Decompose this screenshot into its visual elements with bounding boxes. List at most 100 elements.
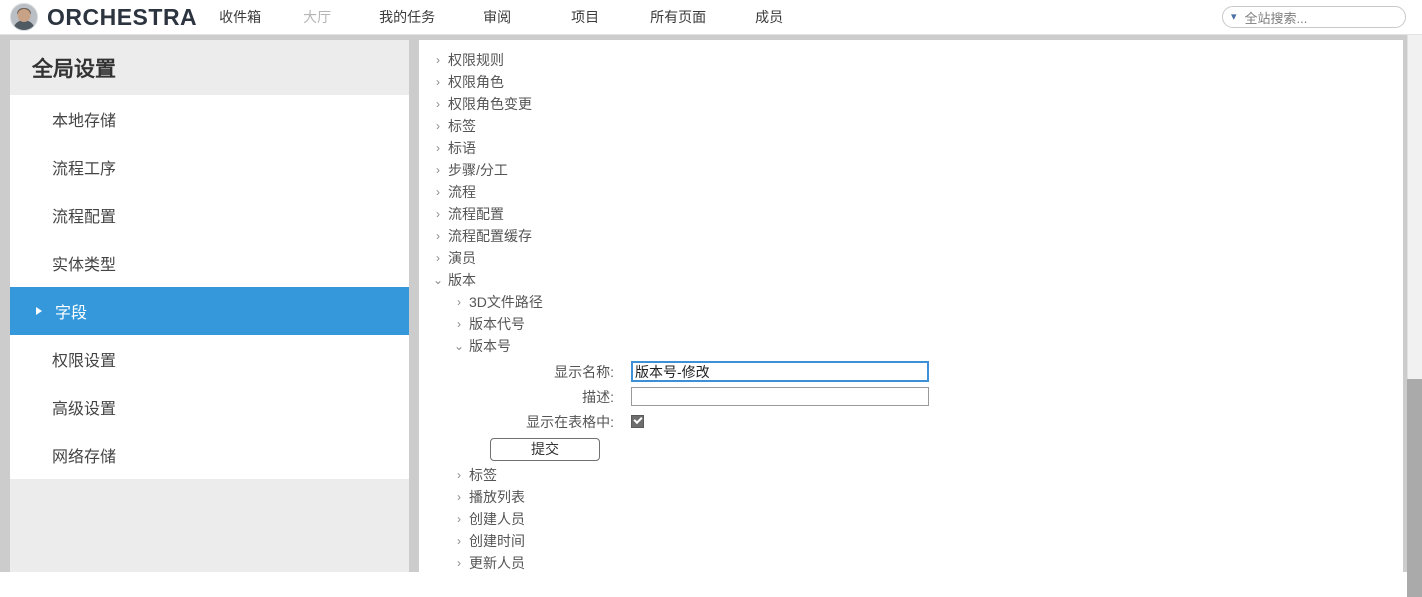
sidebar-item-local-storage[interactable]: 本地存储: [10, 95, 409, 143]
tree-node-label: 流程配置: [448, 206, 504, 222]
search-placeholder: 全站搜索...: [1244, 10, 1308, 26]
description-input[interactable]: [631, 387, 929, 406]
top-navigation-bar: ORCHESTRA 收件箱 大厅 我的任务 审阅 项目 所有页面 成员 ▾ 全站…: [0, 0, 1422, 35]
user-avatar-icon[interactable]: [10, 3, 38, 31]
chevron-right-icon[interactable]: ›: [452, 557, 466, 569]
chevron-right-icon[interactable]: ›: [452, 513, 466, 525]
tree-node-label: 版本: [448, 272, 476, 288]
page-scrollbar-track[interactable]: [1407, 35, 1422, 597]
chevron-down-icon[interactable]: ▾: [1231, 11, 1237, 23]
tree-node-label: 创建时间: [469, 533, 525, 549]
chevron-right-icon[interactable]: ›: [452, 296, 466, 308]
sidebar-item-process-config[interactable]: 流程配置: [10, 191, 409, 239]
chevron-right-icon[interactable]: ›: [452, 491, 466, 503]
sidebar-item-permission-settings[interactable]: 权限设置: [10, 335, 409, 383]
nav-item-my-tasks[interactable]: 我的任务: [379, 7, 435, 27]
tree-node-actor[interactable]: › 演员: [419, 247, 1403, 269]
tree-node-3d-file-path[interactable]: › 3D文件路径: [419, 291, 1403, 313]
sidebar-item-process-step[interactable]: 流程工序: [10, 143, 409, 191]
tree-node-version-code[interactable]: › 版本代号: [419, 313, 1403, 335]
tree-node-playlist[interactable]: › 播放列表: [419, 486, 1403, 508]
sidebar-item-advanced-settings[interactable]: 高级设置: [10, 383, 409, 431]
tree-node-label: 标语: [448, 140, 476, 156]
show-in-table-label: 显示在表格中:: [526, 413, 614, 430]
sidebar-item-label: 高级设置: [52, 401, 117, 418]
sidebar-item-label: 字段: [55, 305, 88, 322]
tree-node-label: 步骤/分工: [448, 162, 508, 178]
chevron-right-icon[interactable]: ›: [431, 208, 445, 220]
field-tree: › 权限规则 › 权限角色 › 权限角色变更 › 标签 › 标语 › 步骤/分工: [419, 40, 1403, 572]
display-name-input[interactable]: [631, 361, 929, 382]
sidebar-item-entity-type[interactable]: 实体类型: [10, 239, 409, 287]
nav-item-members[interactable]: 成员: [755, 7, 783, 27]
chevron-right-icon[interactable]: ›: [431, 164, 445, 176]
tree-node-label: 更新人员: [469, 555, 525, 571]
form-row-display-name: 显示名称:: [477, 359, 1403, 384]
field-tree-panel: › 权限规则 › 权限角色 › 权限角色变更 › 标签 › 标语 › 步骤/分工: [419, 40, 1403, 572]
submit-button[interactable]: 提交: [490, 437, 600, 461]
sidebar-item-label: 本地存储: [52, 113, 117, 130]
nav-item-lobby[interactable]: 大厅: [303, 7, 331, 27]
tree-node-label: 创建人员: [469, 511, 525, 527]
field-edit-form: 显示名称: 描述: 显示在表格中: 提交: [419, 357, 1403, 464]
chevron-right-icon[interactable]: ›: [431, 54, 445, 66]
page-body: 全局设置 本地存储 流程工序 流程配置 实体类型 字段 权限设置 高级设置 网络…: [0, 35, 1422, 572]
nav-links: 收件箱 大厅 我的任务 审阅 项目 所有页面 成员: [219, 7, 783, 27]
tree-node-process-config[interactable]: › 流程配置: [419, 203, 1403, 225]
tree-node-process-config-cache[interactable]: › 流程配置缓存: [419, 225, 1403, 247]
chevron-down-icon[interactable]: ⌄: [431, 274, 445, 286]
chevron-right-icon[interactable]: ›: [431, 252, 445, 264]
tree-node-updated-by[interactable]: › 更新人员: [419, 552, 1403, 572]
chevron-right-icon[interactable]: ›: [431, 142, 445, 154]
chevron-right-icon[interactable]: ›: [452, 318, 466, 330]
display-name-label: 显示名称:: [554, 363, 614, 380]
tree-node-label: 演员: [448, 250, 476, 266]
tree-node-created-by[interactable]: › 创建人员: [419, 508, 1403, 530]
brand-logo-group[interactable]: ORCHESTRA: [10, 3, 197, 31]
nav-item-inbox[interactable]: 收件箱: [219, 7, 261, 27]
chevron-right-icon[interactable]: ›: [431, 230, 445, 242]
tree-node-version[interactable]: ⌄ 版本: [419, 269, 1403, 291]
sidebar-item-network-storage[interactable]: 网络存储: [10, 431, 409, 479]
tree-node-permission-rule[interactable]: › 权限规则: [419, 49, 1403, 71]
sidebar-title-text: 全局设置: [32, 57, 116, 81]
tree-node-label: 流程: [448, 184, 476, 200]
tree-node-label: 版本代号: [469, 316, 525, 332]
nav-item-all-pages[interactable]: 所有页面: [650, 7, 706, 27]
tree-node-label: 标签: [448, 118, 476, 134]
tree-node-tag-child[interactable]: › 标签: [419, 464, 1403, 486]
sidebar-item-label: 流程工序: [52, 161, 117, 178]
global-search-box[interactable]: ▾ 全站搜索...: [1222, 6, 1406, 28]
tree-node-slogan[interactable]: › 标语: [419, 137, 1403, 159]
nav-item-review[interactable]: 审阅: [483, 7, 511, 27]
chevron-right-icon[interactable]: ›: [431, 120, 445, 132]
settings-sidebar: 全局设置 本地存储 流程工序 流程配置 实体类型 字段 权限设置 高级设置 网络…: [10, 40, 409, 572]
sidebar-item-label: 网络存储: [52, 449, 117, 466]
tree-node-version-number[interactable]: ⌄ 版本号: [419, 335, 1403, 357]
tree-node-permission-role[interactable]: › 权限角色: [419, 71, 1403, 93]
chevron-right-icon[interactable]: ›: [431, 76, 445, 88]
tree-node-process[interactable]: › 流程: [419, 181, 1403, 203]
tree-node-label: 权限角色: [448, 74, 504, 90]
nav-item-projects[interactable]: 项目: [571, 7, 599, 27]
tree-node-step-assignment[interactable]: › 步骤/分工: [419, 159, 1403, 181]
tree-node-permission-role-change[interactable]: › 权限角色变更: [419, 93, 1403, 115]
chevron-right-icon[interactable]: ›: [431, 98, 445, 110]
tree-node-created-time[interactable]: › 创建时间: [419, 530, 1403, 552]
chevron-right-icon[interactable]: ›: [431, 186, 445, 198]
chevron-down-icon[interactable]: ⌄: [452, 340, 466, 352]
form-row-show-in-table: 显示在表格中:: [477, 409, 1403, 434]
chevron-right-icon[interactable]: ›: [452, 535, 466, 547]
sidebar-item-label: 权限设置: [52, 353, 117, 370]
triangle-right-icon: [36, 307, 42, 315]
tree-node-label: 3D文件路径: [469, 294, 543, 310]
sidebar-title: 全局设置: [10, 40, 409, 95]
sidebar-item-fields[interactable]: 字段: [10, 287, 409, 335]
sidebar-item-list: 本地存储 流程工序 流程配置 实体类型 字段 权限设置 高级设置 网络存储: [10, 95, 409, 479]
form-row-submit: 提交: [477, 434, 1403, 464]
sidebar-item-label: 流程配置: [52, 209, 117, 226]
page-scrollbar-thumb[interactable]: [1407, 379, 1422, 597]
chevron-right-icon[interactable]: ›: [452, 469, 466, 481]
show-in-table-checkbox[interactable]: [631, 415, 644, 428]
tree-node-tag[interactable]: › 标签: [419, 115, 1403, 137]
